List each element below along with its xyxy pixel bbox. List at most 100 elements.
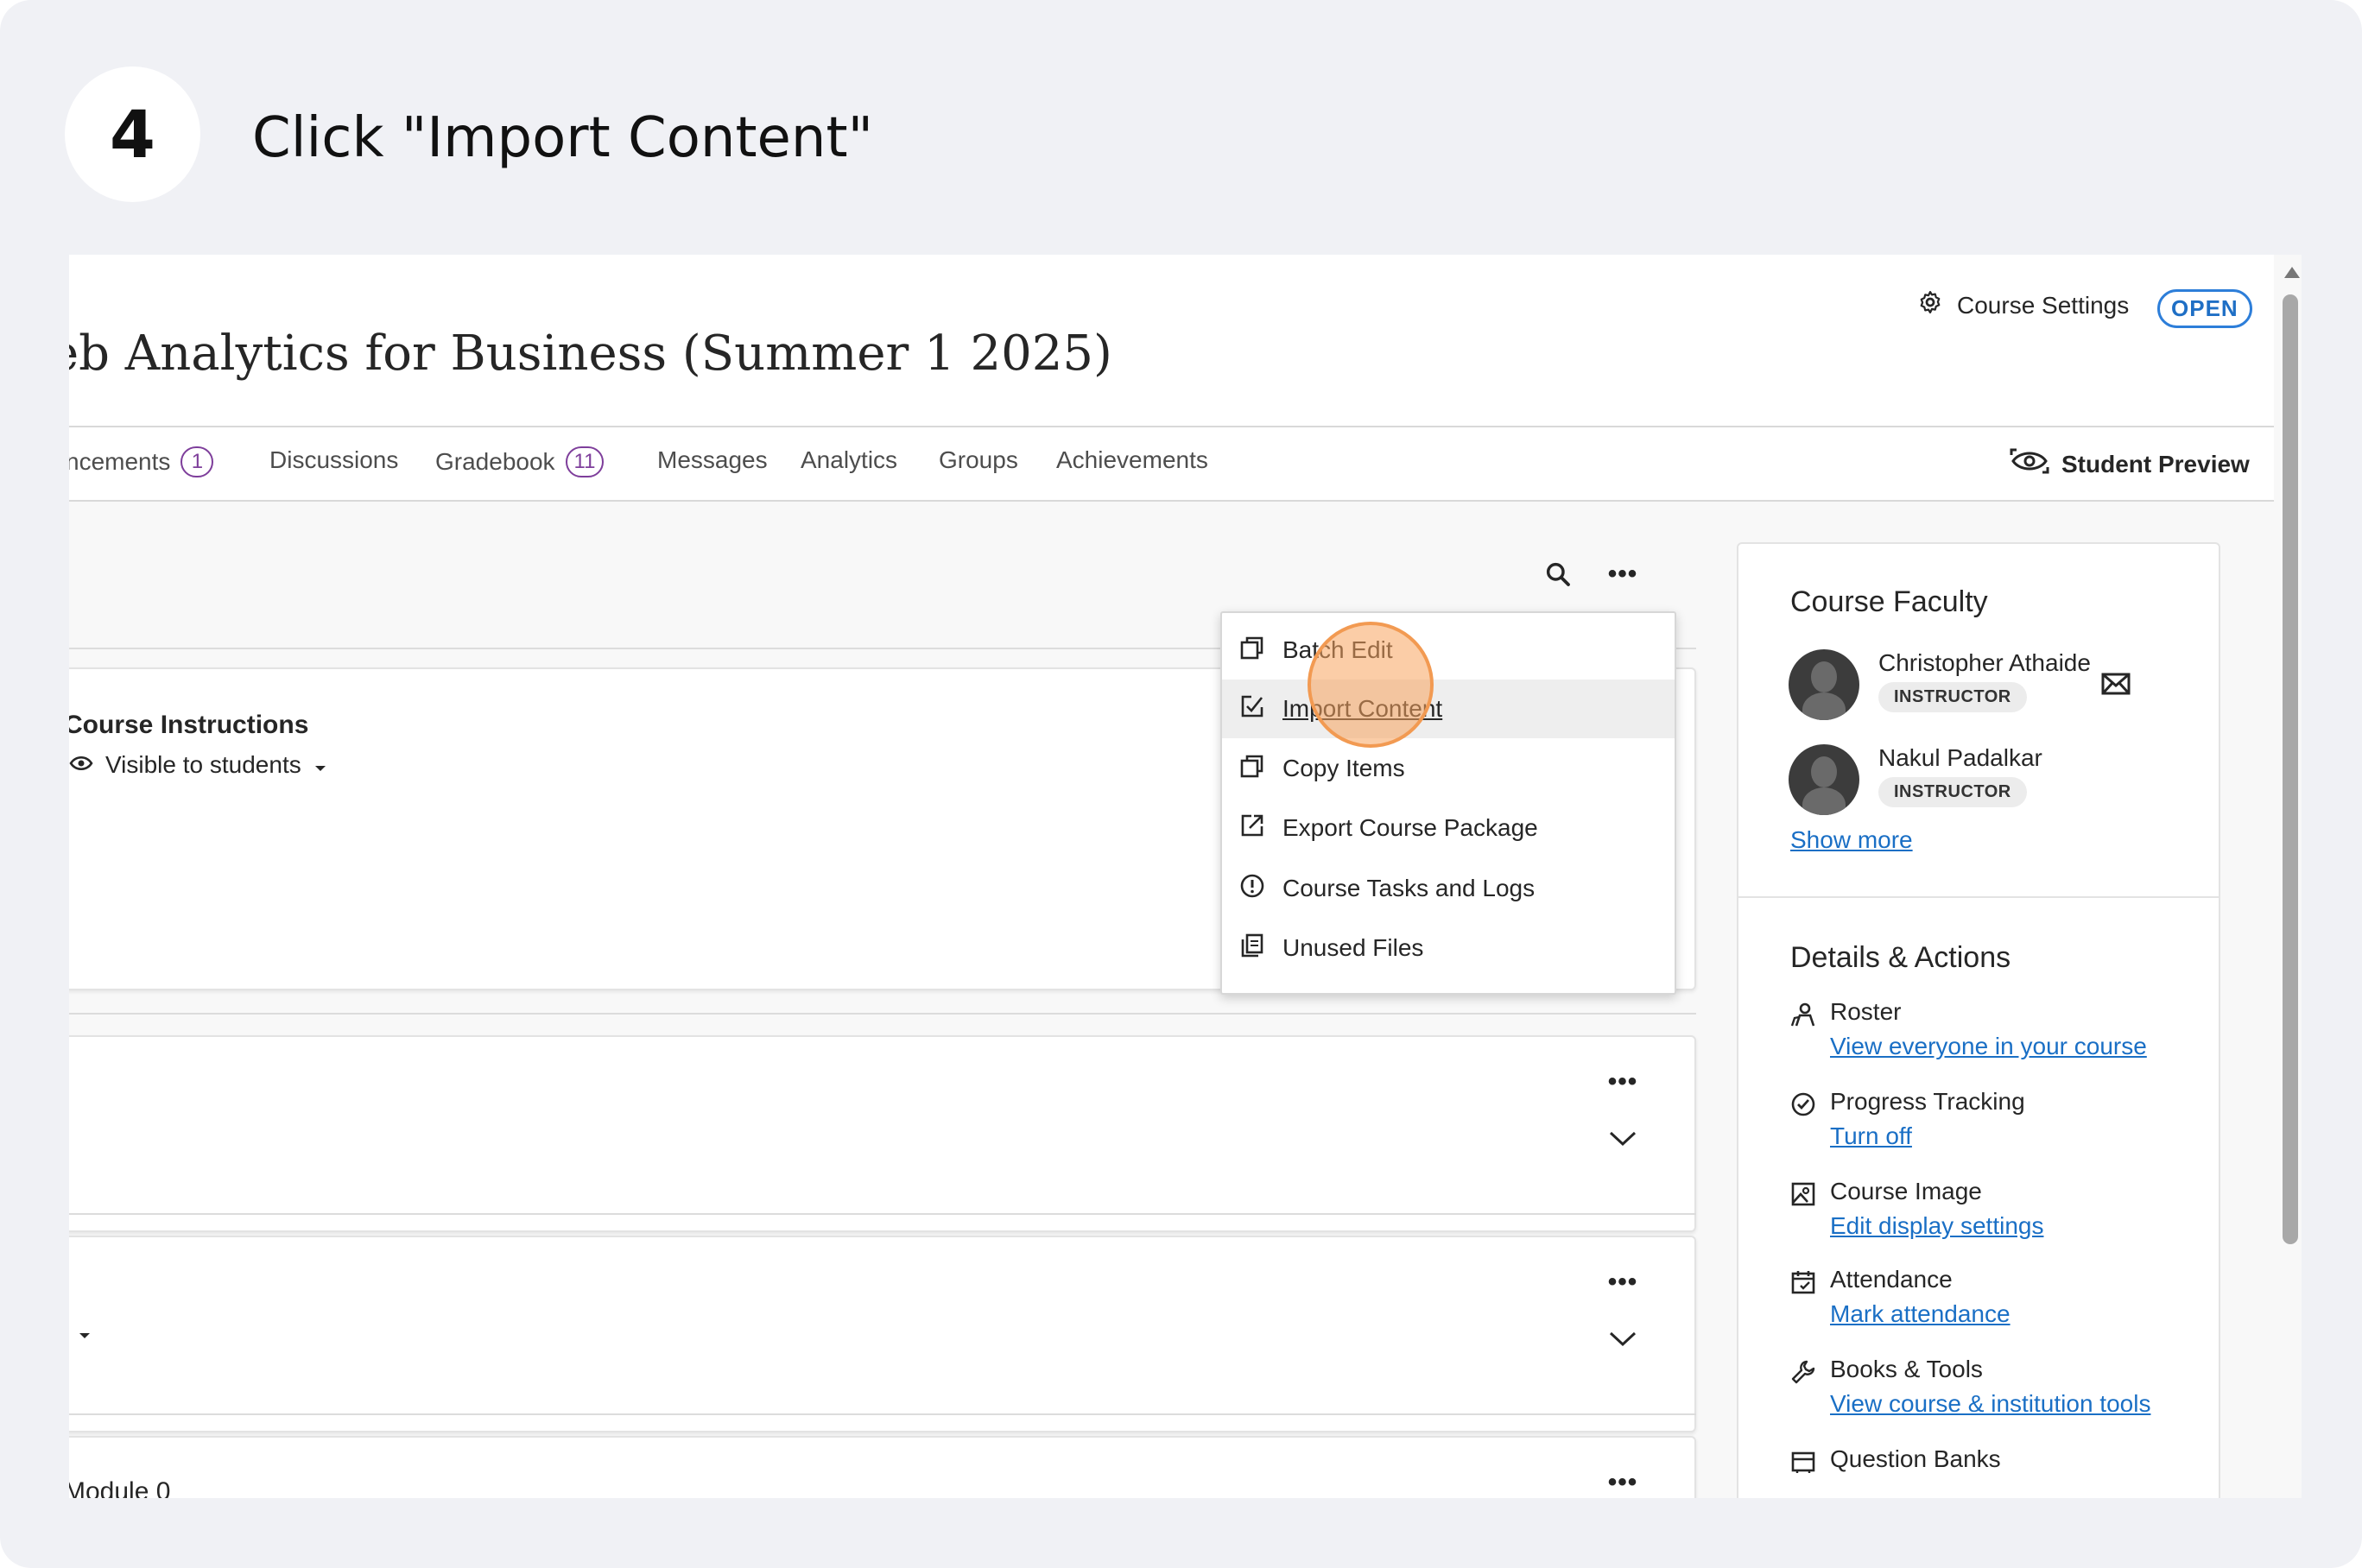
- role-badge: INSTRUCTOR: [1878, 777, 2027, 807]
- scrollbar-thumb[interactable]: [2283, 294, 2298, 1244]
- export-icon: [1239, 812, 1265, 844]
- course-nav-tabs: ncements 1 Discussions Gradebook 11 Mess…: [69, 426, 2274, 502]
- faculty-member[interactable]: Christopher Athaide INSTRUCTOR: [1789, 649, 2091, 720]
- tab-label: Discussions: [269, 446, 399, 473]
- faculty-name: Christopher Athaide: [1878, 649, 2091, 676]
- roster-icon: [1789, 998, 1818, 1027]
- tab-label: Achievements: [1056, 446, 1208, 473]
- caret-down-icon: [313, 751, 327, 779]
- tab-groups[interactable]: Groups: [939, 446, 1018, 474]
- action-progress-tracking: Progress Tracking Turn off: [1789, 1088, 2025, 1150]
- course-image-link[interactable]: Edit display settings: [1830, 1212, 2043, 1240]
- check-circle-icon: [1789, 1088, 1818, 1117]
- alert-circle-icon: [1239, 873, 1265, 905]
- search-icon[interactable]: [1539, 555, 1577, 593]
- tab-analytics[interactable]: Analytics: [801, 446, 897, 474]
- tab-label: Messages: [657, 446, 768, 473]
- menu-item-label: Course Tasks and Logs: [1282, 875, 1536, 901]
- chevron-down-icon[interactable]: [1604, 1120, 1642, 1158]
- tab-label: Gradebook: [435, 448, 555, 475]
- more-options-icon[interactable]: •••: [1604, 1063, 1642, 1101]
- show-more-link[interactable]: Show more: [1790, 826, 1913, 854]
- eye-icon: [69, 751, 93, 779]
- step-instruction: Click "Import Content": [252, 106, 873, 170]
- content-card-module[interactable]: [69, 1436, 1696, 1498]
- wrench-icon: [1789, 1356, 1818, 1385]
- image-icon: [1789, 1178, 1818, 1207]
- student-preview-button[interactable]: Student Preview: [2010, 446, 2250, 482]
- action-question-banks: Question Banks: [1789, 1445, 2001, 1475]
- roster-link[interactable]: View everyone in your course: [1830, 1033, 2147, 1060]
- tab-count-badge: 11: [565, 446, 605, 477]
- tab-achievements[interactable]: Achievements: [1056, 446, 1208, 474]
- more-options-menu: Batch Edit Import Content Copy Items Exp…: [1220, 611, 1676, 995]
- action-title: Attendance: [1830, 1266, 1953, 1293]
- menu-item-import-content[interactable]: Import Content: [1222, 680, 1675, 738]
- student-preview-label: Student Preview: [2061, 450, 2250, 477]
- menu-item-copy-items[interactable]: Copy Items: [1222, 739, 1675, 798]
- eye-refresh-icon: [2010, 446, 2049, 482]
- avatar: [1789, 744, 1859, 815]
- menu-item-label: Export Course Package: [1282, 814, 1538, 841]
- caret-down-icon[interactable]: [69, 1317, 104, 1355]
- role-badge: INSTRUCTOR: [1878, 682, 2027, 712]
- divider: [69, 1013, 1696, 1015]
- divider: [1738, 896, 2219, 898]
- content-card[interactable]: [69, 1035, 1696, 1232]
- tab-messages[interactable]: Messages: [657, 446, 768, 474]
- scroll-up-arrow-icon[interactable]: [2284, 267, 2300, 278]
- action-title: Question Banks: [1830, 1445, 2001, 1472]
- card-title: Course Instructions: [69, 711, 309, 739]
- progress-tracking-link[interactable]: Turn off: [1830, 1122, 2025, 1150]
- files-icon: [1239, 933, 1265, 964]
- tutorial-frame: 4 Click "Import Content" eb Analytics fo…: [0, 0, 2362, 1568]
- action-title: Progress Tracking: [1830, 1088, 2025, 1115]
- faculty-name: Nakul Padalkar: [1878, 744, 2042, 771]
- action-course-image: Course Image Edit display settings: [1789, 1178, 2043, 1240]
- screenshot-area: eb Analytics for Business (Summer 1 2025…: [69, 255, 2302, 1498]
- gear-icon: [1917, 289, 1943, 321]
- content-card[interactable]: [69, 1236, 1696, 1432]
- course-faculty-heading: Course Faculty: [1790, 585, 1988, 618]
- menu-item-course-tasks-and-logs[interactable]: Course Tasks and Logs: [1222, 859, 1675, 918]
- import-icon: [1239, 693, 1265, 725]
- course-status-badge[interactable]: OPEN: [2157, 289, 2252, 328]
- details-actions-heading: Details & Actions: [1790, 941, 2011, 974]
- tab-label: Groups: [939, 446, 1018, 473]
- divider: [69, 1413, 1696, 1415]
- faculty-member[interactable]: Nakul Padalkar INSTRUCTOR: [1789, 744, 2042, 815]
- chevron-down-icon[interactable]: [1604, 1320, 1642, 1358]
- bank-icon: [1789, 1445, 1818, 1475]
- batch-edit-icon: [1239, 635, 1265, 667]
- more-options-icon[interactable]: •••: [1604, 1464, 1642, 1498]
- tab-discussions[interactable]: Discussions: [269, 446, 398, 474]
- tab-label: Analytics: [801, 446, 898, 473]
- avatar: [1789, 649, 1859, 720]
- course-settings-button[interactable]: Course Settings: [1917, 289, 2129, 321]
- visibility-label: Visible to students: [105, 751, 301, 778]
- more-options-icon[interactable]: •••: [1604, 555, 1642, 593]
- divider: [69, 1213, 1696, 1215]
- tab-announcements[interactable]: ncements 1: [69, 446, 214, 477]
- menu-item-label: Batch Edit: [1282, 636, 1393, 663]
- tab-gradebook[interactable]: Gradebook 11: [435, 446, 605, 477]
- mail-icon[interactable]: [2101, 672, 2131, 700]
- course-sidebar: Course Faculty Christopher Athaide INSTR…: [1737, 542, 2220, 1498]
- menu-item-export-course-package[interactable]: Export Course Package: [1222, 799, 1675, 857]
- action-title: Roster: [1830, 998, 1902, 1025]
- action-attendance: Attendance Mark attendance: [1789, 1266, 2011, 1328]
- action-roster: Roster View everyone in your course: [1789, 998, 2147, 1060]
- action-books-tools: Books & Tools View course & institution …: [1789, 1356, 2150, 1418]
- menu-item-batch-edit[interactable]: Batch Edit: [1222, 621, 1675, 680]
- books-tools-link[interactable]: View course & institution tools: [1830, 1390, 2150, 1418]
- visibility-dropdown[interactable]: Visible to students: [69, 751, 327, 779]
- more-options-icon[interactable]: •••: [1604, 1263, 1642, 1301]
- course-header: eb Analytics for Business (Summer 1 2025…: [69, 255, 2274, 426]
- card-title: Module 0: [69, 1477, 171, 1498]
- menu-item-unused-files[interactable]: Unused Files: [1222, 919, 1675, 977]
- menu-item-label: Unused Files: [1282, 934, 1424, 961]
- action-title: Books & Tools: [1830, 1356, 1983, 1382]
- course-title: eb Analytics for Business (Summer 1 2025…: [69, 326, 1112, 382]
- attendance-link[interactable]: Mark attendance: [1830, 1300, 2011, 1328]
- menu-item-label: Import Content: [1282, 695, 1443, 722]
